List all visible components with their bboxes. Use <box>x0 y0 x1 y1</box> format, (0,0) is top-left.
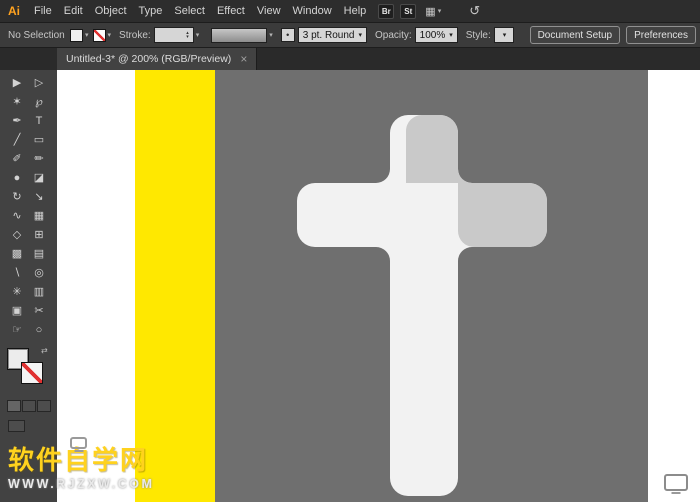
free-transform-tool[interactable]: ▦ <box>28 206 50 225</box>
mesh-tool[interactable]: ▩ <box>6 244 28 263</box>
document-tab[interactable]: Untitled-3* @ 200% (RGB/Preview) × <box>57 48 258 70</box>
brush-definition-dropdown[interactable]: 3 pt. Round ▾ <box>297 27 367 43</box>
yellow-stripe-shape[interactable] <box>135 70 215 502</box>
swap-fill-stroke-icon[interactable]: ⇄ <box>41 346 48 355</box>
selection-status: No Selection <box>8 29 65 41</box>
preferences-button[interactable]: Preferences <box>626 26 696 44</box>
stroke-none-swatch[interactable] <box>92 28 106 42</box>
chevron-down-icon[interactable]: ▾ <box>503 32 507 39</box>
chevron-down-icon[interactable]: ▾ <box>196 32 200 39</box>
monitor-stand <box>74 450 83 452</box>
chevron-down-icon[interactable]: ▾ <box>85 32 89 39</box>
width-profile-dropdown[interactable] <box>211 27 268 43</box>
artwork-svg <box>57 70 700 502</box>
monitor-icon-2 <box>664 474 688 494</box>
chevron-down-icon[interactable]: ▾ <box>108 32 112 39</box>
style-dropdown[interactable]: ▾ <box>493 27 514 43</box>
opacity-field[interactable]: 100% ▾ <box>414 27 458 43</box>
app-logo-icon: Ai <box>8 4 20 18</box>
blend-tool[interactable]: ◎ <box>28 263 50 282</box>
magic-wand-tool[interactable]: ✶ <box>6 92 28 111</box>
monitor-stand <box>671 492 681 494</box>
gradient-tool[interactable]: ▤ <box>28 244 50 263</box>
illustrator-window: Ai File Edit Object Type Select Effect V… <box>0 0 700 502</box>
stroke-label: Stroke: <box>119 29 151 41</box>
control-bar: No Selection ▾ ▾ Stroke: ▴ ▾ ▾ ▾ • 3 pt.… <box>0 22 700 48</box>
artboard-tool[interactable]: ▣ <box>6 301 28 320</box>
toolbar-tools: ▶ ▷ ✶ ℘ ✒ T ╱ ▭ ✐ ✏ ● ◪ ↻ ↘ ∿ ▦ ◇ ⊞ ▩ ▤ ∖ ◎ ✳ ▥ ▣ ✂ ☞ ○ <box>0 70 57 339</box>
draw-inside-button[interactable] <box>37 400 51 412</box>
column-graph-tool[interactable]: ▥ <box>28 282 50 301</box>
menu-object[interactable]: Object <box>89 5 133 17</box>
stepper-arrows[interactable]: ▴ ▾ <box>186 31 189 40</box>
zoom-tool[interactable]: ○ <box>28 320 50 339</box>
blob-brush-tool[interactable]: ● <box>6 168 28 187</box>
draw-normal-button[interactable] <box>7 400 21 412</box>
menu-select[interactable]: Select <box>168 5 211 17</box>
lasso-tool[interactable]: ℘ <box>28 92 50 111</box>
direct-selection-tool[interactable]: ▷ <box>28 73 50 92</box>
width-tool[interactable]: ∿ <box>6 206 28 225</box>
opacity-value: 100% <box>419 29 446 41</box>
menu-file[interactable]: File <box>28 5 58 17</box>
screen-mode-button[interactable] <box>8 420 25 432</box>
shape-builder-tool[interactable]: ◇ <box>6 225 28 244</box>
chevron-down-icon[interactable]: ▾ <box>358 32 362 39</box>
draw-behind-button[interactable] <box>22 400 36 412</box>
style-label: Style: <box>465 29 491 41</box>
rectangle-tool[interactable]: ▭ <box>28 130 50 149</box>
bridge-button[interactable]: Br <box>378 3 395 19</box>
sync-icon[interactable]: ↺ <box>469 3 480 19</box>
type-tool[interactable]: T <box>28 111 50 130</box>
tab-bar: Untitled-3* @ 200% (RGB/Preview) × <box>0 48 700 70</box>
stroke-indicator[interactable] <box>21 362 43 384</box>
menu-help[interactable]: Help <box>338 5 373 17</box>
menu-edit[interactable]: Edit <box>58 5 89 17</box>
stroke-weight-field[interactable]: ▴ ▾ <box>153 27 194 43</box>
document-setup-button[interactable]: Document Setup <box>529 26 621 44</box>
chevron-down-icon[interactable]: ▾ <box>438 8 442 15</box>
line-segment-tool[interactable]: ╱ <box>6 130 28 149</box>
tab-title: Untitled-3* @ 200% (RGB/Preview) <box>66 53 232 65</box>
rotate-tool[interactable]: ↻ <box>6 187 28 206</box>
symbol-sprayer-tool[interactable]: ✳ <box>6 282 28 301</box>
tools-panel: ▶ ▷ ✶ ℘ ✒ T ╱ ▭ ✐ ✏ ● ◪ ↻ ↘ ∿ ▦ ◇ ⊞ ▩ ▤ ∖ ◎ ✳ ▥ ▣ ✂ ☞ ○ ⇄ <box>0 70 57 502</box>
paintbrush-tool[interactable]: ✐ <box>6 149 28 168</box>
stroke-color-control[interactable]: ▾ <box>92 28 112 42</box>
fill-color-control[interactable]: ▾ <box>70 28 89 42</box>
stepper-down-icon[interactable]: ▾ <box>186 35 189 40</box>
drawing-modes <box>7 400 51 412</box>
menu-window[interactable]: Window <box>287 5 338 17</box>
brush-definition-value: 3 pt. Round <box>302 29 355 41</box>
stock-button[interactable]: St <box>400 3 417 19</box>
fill-swatch[interactable] <box>70 28 83 42</box>
canvas-area[interactable] <box>57 70 700 502</box>
brush-dot-icon: • <box>286 30 290 40</box>
pen-tool[interactable]: ✒ <box>6 111 28 130</box>
eyedropper-tool[interactable]: ∖ <box>6 263 28 282</box>
scale-tool[interactable]: ↘ <box>28 187 50 206</box>
brush-preview-box[interactable]: • <box>280 28 295 42</box>
workspace-switcher-icon[interactable]: ▦ <box>425 5 435 18</box>
menu-view[interactable]: View <box>251 5 287 17</box>
opacity-label: Opacity: <box>374 29 412 41</box>
pencil-tool[interactable]: ✏ <box>28 149 50 168</box>
selection-tool[interactable]: ▶ <box>6 73 28 92</box>
perspective-grid-tool[interactable]: ⊞ <box>28 225 50 244</box>
main-area: ▶ ▷ ✶ ℘ ✒ T ╱ ▭ ✐ ✏ ● ◪ ↻ ↘ ∿ ▦ ◇ ⊞ ▩ ▤ ∖ ◎ ✳ ▥ ▣ ✂ ☞ ○ ⇄ <box>0 70 700 502</box>
chevron-down-icon[interactable]: ▾ <box>449 32 453 39</box>
close-icon[interactable]: × <box>240 52 247 66</box>
menu-type[interactable]: Type <box>133 5 169 17</box>
monitor-icon <box>70 437 87 452</box>
menu-effect[interactable]: Effect <box>211 5 251 17</box>
chevron-down-icon[interactable]: ▾ <box>269 32 273 39</box>
fill-stroke-indicator: ⇄ <box>0 346 57 392</box>
eraser-tool[interactable]: ◪ <box>28 168 50 187</box>
hand-tool[interactable]: ☞ <box>6 320 28 339</box>
slice-tool[interactable]: ✂ <box>28 301 50 320</box>
menu-bar: Ai File Edit Object Type Select Effect V… <box>0 0 700 22</box>
